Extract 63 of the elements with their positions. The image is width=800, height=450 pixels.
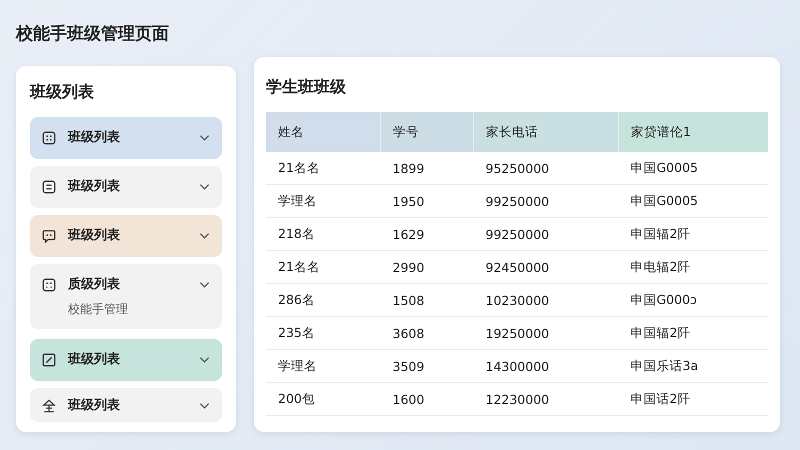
table-cell: 12230000	[474, 382, 618, 416]
table-cell: 21名名	[266, 152, 380, 184]
table-cell: 218名	[266, 218, 380, 250]
table-cell: 1899	[380, 152, 474, 184]
table-cell: 286名	[266, 284, 380, 316]
column-header: 姓名	[266, 112, 380, 152]
table-cell: 99250000	[474, 218, 618, 250]
list-icon	[42, 180, 56, 194]
table-cell: 14300000	[474, 350, 618, 382]
table-cell: 3509	[380, 350, 474, 382]
table-cell: 19250000	[474, 316, 618, 350]
face-icon	[42, 278, 56, 292]
table-cell: 10230000	[474, 284, 618, 316]
item-label: 质级列表	[68, 276, 121, 294]
table-cell: 申国辐2阡	[618, 316, 768, 350]
chevron-icon[interactable]	[199, 356, 210, 364]
column-header: 家贷谱伦1	[618, 112, 768, 152]
table-cell: 21名名	[266, 250, 380, 284]
table-cell: 申国话2阡	[618, 382, 768, 416]
column-header: 家长电话	[474, 112, 618, 152]
table-cell: 申国G0005	[618, 152, 768, 184]
item-label: 班级列表	[68, 351, 121, 369]
chat-icon	[42, 229, 56, 243]
item-sublabel: 校能手管理	[68, 301, 129, 318]
grid-icon	[42, 131, 56, 145]
panel-title: 学生班班级	[266, 77, 347, 98]
sidebar-item[interactable]: 班级列表	[30, 339, 222, 381]
table-cell: 1600	[380, 382, 474, 416]
chevron-icon[interactable]	[199, 183, 210, 191]
chevron-icon[interactable]	[199, 402, 210, 410]
page-title: 校能手班级管理页面	[16, 23, 170, 46]
table-cell: 学理名	[266, 184, 380, 218]
table-cell: 申国G0005	[618, 184, 768, 218]
table-cell: 3608	[380, 316, 474, 350]
table-cell: 200包	[266, 382, 380, 416]
sidebar-item[interactable]: 班级列表	[30, 117, 222, 159]
item-label: 班级列表	[68, 227, 121, 245]
table-cell: 92450000	[474, 250, 618, 284]
table-cell: 申电辐2阡	[618, 250, 768, 284]
chevron-icon[interactable]	[199, 281, 210, 289]
table-cell: 1950	[380, 184, 474, 218]
sidebar-item[interactable]: 质级列表 校能手管理	[30, 264, 222, 329]
table-cell: 申国辐2阡	[618, 218, 768, 250]
table-cell: 申国乐话3a	[618, 350, 768, 382]
table-cell: 235名	[266, 316, 380, 350]
column-header: 学号	[380, 112, 474, 152]
table-cell: 95250000	[474, 152, 618, 184]
chevron-icon[interactable]	[199, 134, 210, 142]
item-label: 班级列表	[68, 178, 121, 196]
table-cell: 申国G000ↄ	[618, 284, 768, 316]
sidebar-item[interactable]: 班级列表	[30, 388, 222, 422]
table-cell: 学理名	[266, 350, 380, 382]
sidebar-item[interactable]: 班级列表	[30, 166, 222, 208]
table-cell: 1629	[380, 218, 474, 250]
sidebar-title: 班级列表	[30, 82, 95, 103]
edit-icon	[42, 353, 56, 367]
table-cell: 1508	[380, 284, 474, 316]
table-cell: 99250000	[474, 184, 618, 218]
item-label: 班级列表	[68, 397, 121, 415]
chevron-icon[interactable]	[199, 232, 210, 240]
item-label: 班级列表	[68, 129, 121, 147]
sidebar-item[interactable]: 班级列表	[30, 215, 222, 257]
table-cell: 2990	[380, 250, 474, 284]
